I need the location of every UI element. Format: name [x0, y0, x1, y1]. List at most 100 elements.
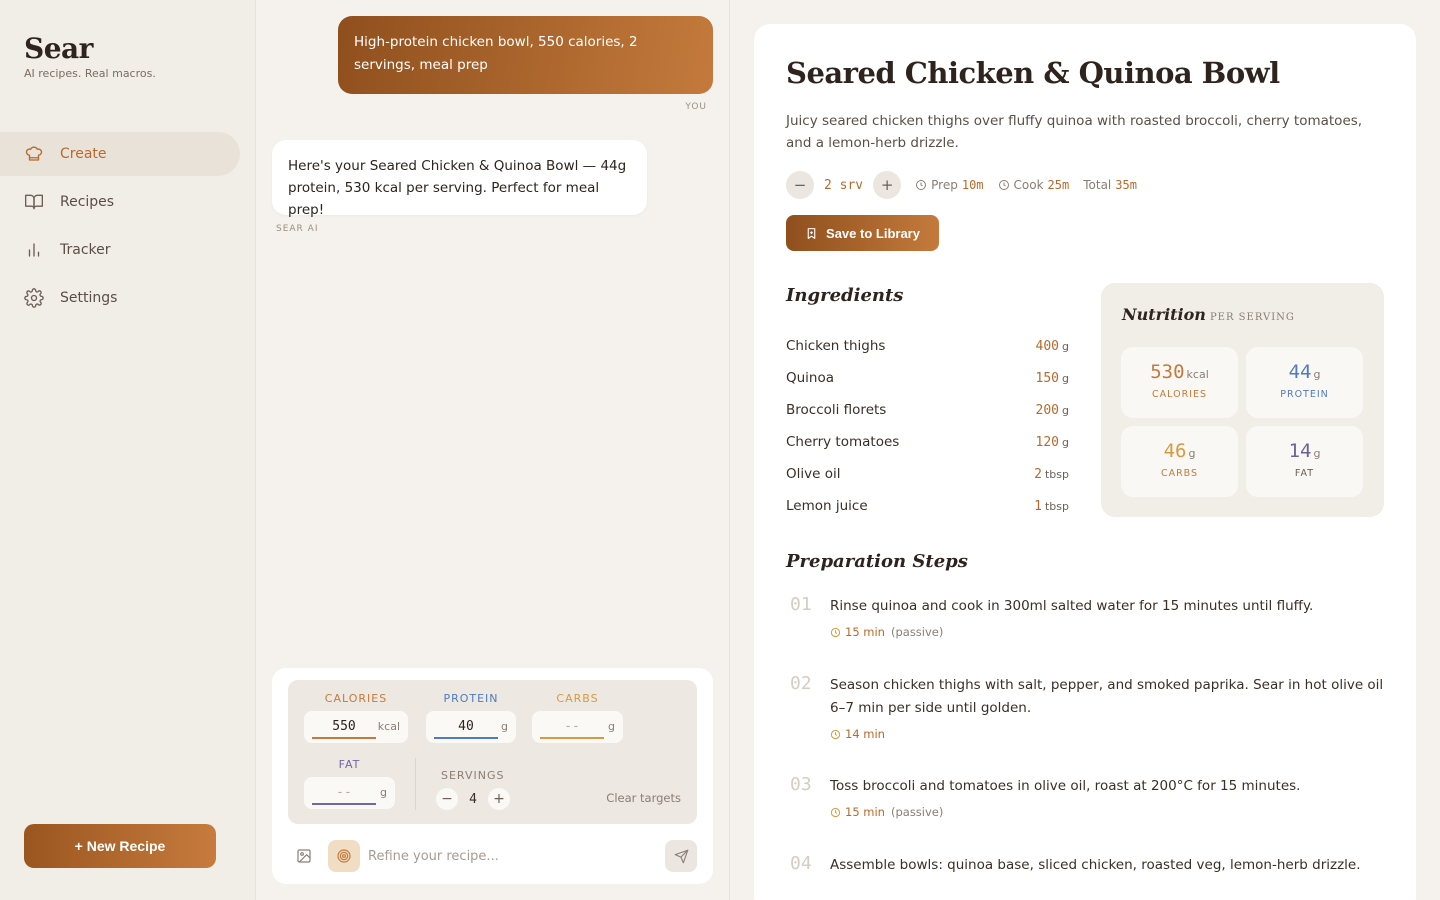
save-label: Save to Library: [826, 225, 920, 241]
refine-input[interactable]: [368, 844, 648, 868]
brand: Sear AI recipes. Real macros.: [24, 32, 156, 80]
sidebar-nav: Create Recipes Tracker Settings: [0, 132, 256, 324]
ingredient-unit: g: [1062, 340, 1069, 353]
stat-unit: g: [1313, 447, 1321, 460]
divider: [415, 758, 416, 810]
clock-icon: [830, 807, 841, 817]
servings-decrement-button[interactable]: −: [786, 171, 814, 199]
step-time: 14 min: [830, 727, 1386, 741]
prep-time: Prep 10m: [915, 178, 984, 192]
sidebar: Sear AI recipes. Real macros. Create Rec…: [0, 0, 256, 900]
save-to-library-button[interactable]: Save to Library: [786, 215, 939, 251]
target-icon[interactable]: [328, 840, 360, 872]
nutrition-card: Nutrition PER SERVING 530 kcal CALORIES 44…: [1101, 283, 1384, 517]
carbs-input[interactable]: -- g: [532, 711, 623, 743]
sidebar-item-recipes[interactable]: Recipes: [0, 180, 240, 224]
target-label: PROTEIN: [443, 692, 499, 705]
ingredient-qty: 150: [1035, 371, 1060, 386]
list-item: Quinoa 150 g: [786, 362, 1069, 394]
recipe-servings: 2 srv: [824, 177, 864, 193]
step-time: 15 min (passive): [830, 625, 1386, 639]
clock-icon: [916, 180, 927, 190]
list-item: 01 Rinse quinoa and cook in 300ml salted…: [786, 594, 1386, 673]
ingredient-unit: tbsp: [1044, 468, 1069, 481]
stat-label: CALORIES: [1152, 389, 1207, 400]
input-underline: [312, 737, 376, 739]
protein-stat: 44 g PROTEIN: [1246, 347, 1363, 418]
prep-label: Prep: [931, 178, 958, 192]
target-unit: g: [608, 720, 615, 733]
sidebar-item-label: Recipes: [60, 194, 115, 210]
step-note: (passive): [890, 805, 944, 819]
target-unit: g: [380, 786, 387, 799]
macro-targets: CALORIES 550 kcal PROTEIN 40 g CARBS --: [288, 680, 697, 824]
sidebar-item-create[interactable]: Create: [0, 132, 240, 176]
step-note: (passive): [890, 625, 944, 639]
servings-increment-button[interactable]: +: [873, 171, 902, 199]
composer-row: [288, 840, 697, 872]
send-icon: [674, 849, 688, 863]
servings-decrement-button[interactable]: −: [436, 788, 458, 810]
ingredient-unit: g: [1062, 404, 1069, 417]
step-time: 15 min (passive): [830, 805, 1386, 819]
sidebar-item-label: Create: [60, 146, 107, 162]
list-item: Chicken thighs 400 g: [786, 330, 1069, 362]
recipe-title: Seared Chicken & Quinoa Bowl: [786, 56, 1280, 90]
target-value: --: [336, 785, 352, 800]
recipe-meta: − 2 srv + Prep 10m Cook 25m Total 35m: [786, 171, 1137, 199]
calories-input[interactable]: 550 kcal: [304, 711, 408, 743]
clock-icon: [830, 627, 841, 637]
step-duration: 14 min: [845, 727, 885, 741]
total-label: Total: [1083, 178, 1112, 192]
ai-message-label: SEAR AI: [276, 224, 319, 234]
send-button[interactable]: [665, 840, 697, 872]
list-item: Cherry tomatoes 120 g: [786, 426, 1069, 458]
target-calories: CALORIES 550 kcal: [304, 692, 408, 743]
step-text: Rinse quinoa and cook in 300ml salted wa…: [830, 598, 1314, 614]
calories-stat: 530 kcal CALORIES: [1121, 347, 1238, 418]
image-icon[interactable]: [296, 848, 312, 864]
ingredient-qty: 1: [1034, 499, 1042, 514]
cook-value: 25m: [1047, 178, 1070, 192]
new-recipe-button[interactable]: + New Recipe: [24, 824, 216, 868]
cook-time: Cook 25m: [998, 178, 1070, 192]
user-message: High-protein chicken bowl, 550 calories,…: [338, 16, 713, 94]
list-item: 03 Toss broccoli and tomatoes in olive o…: [786, 774, 1386, 853]
sidebar-item-tracker[interactable]: Tracker: [0, 228, 240, 272]
ingredient-name: Lemon juice: [786, 498, 868, 514]
step-number: 04: [790, 853, 812, 874]
protein-input[interactable]: 40 g: [426, 711, 516, 743]
ingredient-qty: 200: [1035, 403, 1060, 418]
ingredients-list: Chicken thighs 400 g Quinoa 150 g Broccoli f…: [786, 330, 1069, 522]
composer: CALORIES 550 kcal PROTEIN 40 g CARBS --: [272, 668, 713, 884]
ingredient-name: Broccoli florets: [786, 402, 887, 418]
clear-targets-link[interactable]: Clear targets: [606, 791, 681, 805]
recipe-panel: Seared Chicken & Quinoa Bowl Juicy seare…: [754, 24, 1416, 900]
gear-icon: [24, 288, 44, 308]
stat-unit: g: [1313, 368, 1321, 381]
stat-value: 14: [1288, 440, 1312, 462]
target-label: CARBS: [556, 692, 599, 705]
fat-stat: 14 g FAT: [1246, 426, 1363, 497]
servings-increment-button[interactable]: +: [488, 788, 510, 810]
nutrition-heading: Nutrition PER SERVING: [1122, 305, 1295, 324]
sidebar-item-settings[interactable]: Settings: [0, 276, 240, 320]
steps-heading: Preparation Steps: [786, 551, 968, 572]
fat-input[interactable]: -- g: [304, 777, 395, 809]
stat-label: FAT: [1294, 468, 1315, 479]
target-value: --: [564, 719, 580, 734]
ingredient-qty: 2: [1034, 467, 1042, 482]
ingredient-unit: g: [1062, 372, 1069, 385]
target-fat: FAT -- g: [304, 758, 395, 809]
target-unit: kcal: [377, 720, 400, 733]
input-underline: [312, 803, 376, 805]
servings-stepper: − 4 +: [436, 788, 510, 810]
ingredient-name: Quinoa: [786, 370, 835, 386]
ingredient-name: Chicken thighs: [786, 338, 886, 354]
list-item: 02 Season chicken thighs with salt, pepp…: [786, 673, 1386, 774]
step-number: 02: [790, 673, 812, 694]
step-duration: 15 min: [845, 625, 885, 639]
stat-value: 44: [1288, 361, 1312, 383]
input-underline: [434, 737, 498, 739]
chef-hat-icon: [24, 144, 44, 164]
